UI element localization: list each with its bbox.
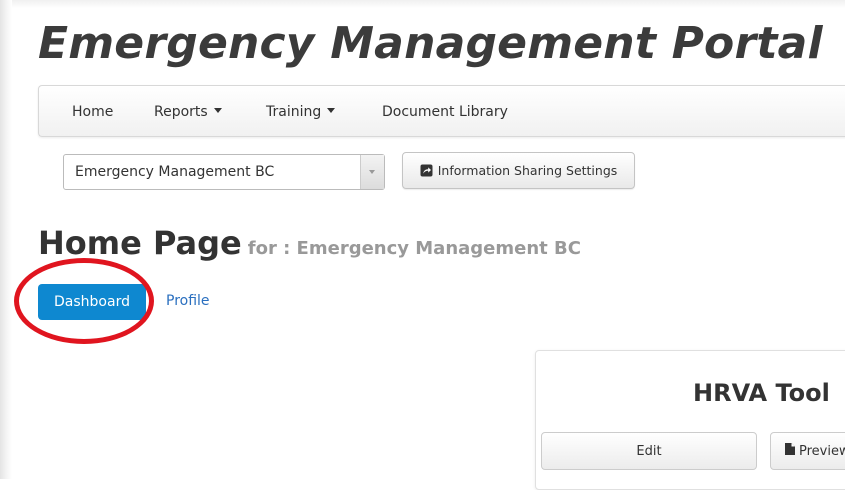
nav-item-reports-label: Reports <box>154 104 208 120</box>
nav-item-reports[interactable]: Reports <box>154 104 222 120</box>
page-left-edge <box>0 0 12 479</box>
nav-item-training[interactable]: Training <box>266 104 336 120</box>
preview-button[interactable]: Preview <box>770 432 845 470</box>
share-icon <box>420 164 433 177</box>
information-sharing-settings-button[interactable]: Information Sharing Settings <box>402 152 635 189</box>
dashboard-button-label: Dashboard <box>54 294 130 310</box>
page-title-text: Home Page <box>38 224 242 262</box>
nav-item-document-library[interactable]: Document Library <box>382 104 508 120</box>
main-navbar: Home Reports Training Document Library <box>38 85 845 137</box>
portal-title: Emergency Management Portal <box>38 18 823 69</box>
nav-item-training-label: Training <box>266 104 322 120</box>
nav-item-home[interactable]: Home <box>72 104 113 120</box>
page-subtitle: for : Emergency Management BC <box>247 238 581 259</box>
document-icon <box>785 443 795 459</box>
select-dropdown-toggle[interactable] <box>360 155 384 189</box>
caret-down-icon <box>213 108 222 113</box>
nav-item-document-library-label: Document Library <box>382 104 508 120</box>
page-title: Home Page for : Emergency Management BC <box>38 224 581 262</box>
edit-button-label: Edit <box>636 443 662 459</box>
chevron-down-icon <box>369 170 375 174</box>
page-top-edge <box>12 0 845 8</box>
nav-item-home-label: Home <box>72 104 114 120</box>
organization-select[interactable]: Emergency Management BC <box>63 154 385 190</box>
information-sharing-settings-label: Information Sharing Settings <box>437 163 618 178</box>
dashboard-button[interactable]: Dashboard <box>38 284 146 320</box>
hrva-tool-card-title: HRVA Tool <box>693 379 830 407</box>
preview-button-label: Preview <box>799 443 845 459</box>
profile-link[interactable]: Profile <box>166 293 210 309</box>
caret-down-icon <box>327 108 336 113</box>
edit-button[interactable]: Edit <box>541 432 757 470</box>
organization-select-value: Emergency Management BC <box>75 164 275 180</box>
